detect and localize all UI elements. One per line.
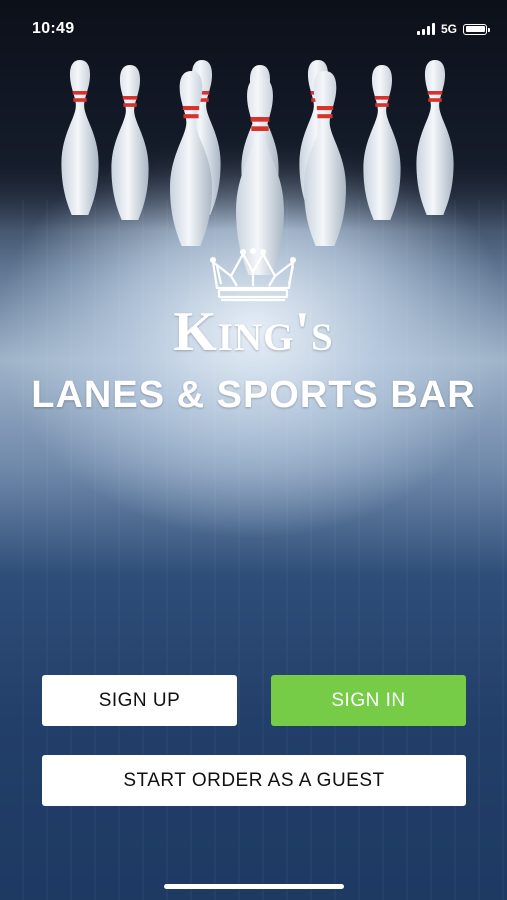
bowling-pin <box>304 71 346 246</box>
splash-screen: 10:49 5G King's LANES & SPORTS BAR SIGN … <box>0 0 507 900</box>
signal-icon <box>416 23 435 35</box>
sign-up-button[interactable]: SIGN UP <box>42 675 237 726</box>
sign-in-button[interactable]: SIGN IN <box>271 675 466 726</box>
home-indicator[interactable] <box>164 884 344 889</box>
bowling-pin-head <box>236 77 284 275</box>
bowling-pin <box>363 65 401 220</box>
network-type: 5G <box>440 22 457 36</box>
brand-name: King's <box>173 301 334 363</box>
brand-subtitle: LANES & SPORTS BAR <box>31 374 476 416</box>
bowling-pin <box>111 65 149 220</box>
status-indicators: 5G <box>416 22 490 36</box>
bowling-pins-image <box>61 60 454 275</box>
bowling-pin <box>61 60 99 215</box>
status-bar: 10:49 5G <box>0 0 507 60</box>
battery-icon <box>463 23 490 35</box>
crown-icon <box>210 248 296 302</box>
bowling-pin <box>416 60 454 215</box>
guest-order-button[interactable]: START ORDER AS A GUEST <box>42 755 466 806</box>
status-time: 10:49 <box>32 20 75 37</box>
